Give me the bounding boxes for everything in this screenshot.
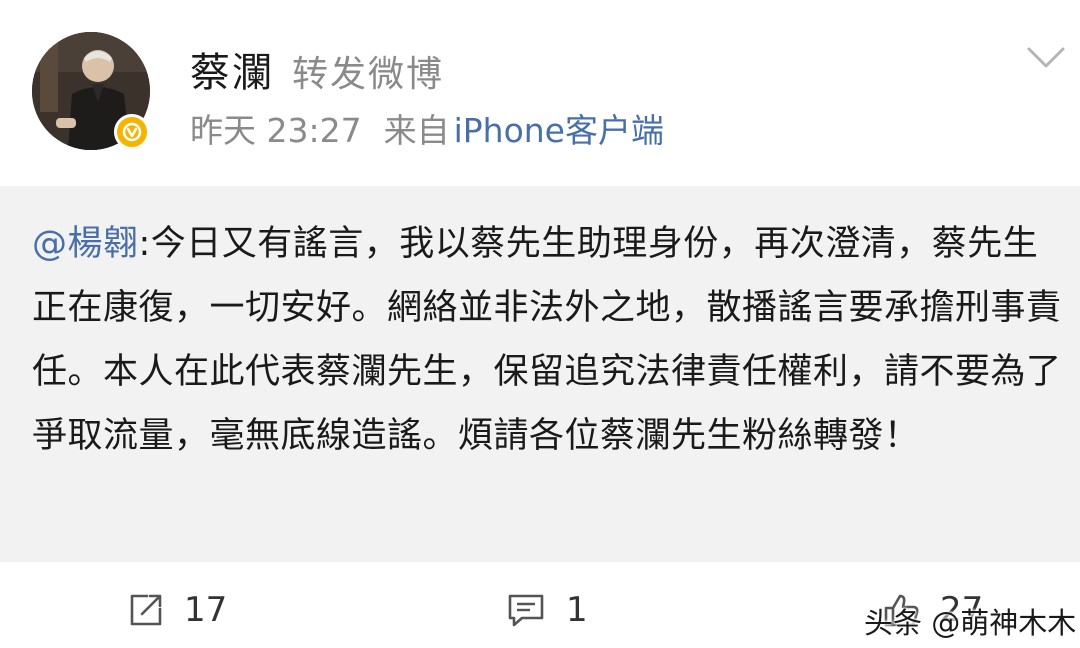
repost-count: 17 [184,590,228,630]
chevron-down-icon[interactable] [1026,46,1066,70]
post-action-label: 转发微博 [292,54,445,95]
source-client-link[interactable]: iPhone客户端 [454,104,664,152]
reposted-text: @楊翱:今日又有謠言，我以蔡先生助理身份，再次澄清，蔡先生正在康復，一切安好。網… [32,212,1062,468]
source-label: 来自 [383,111,450,150]
comment-icon [508,594,544,627]
repost-icon [130,594,162,626]
post-time: 昨天 23:27 [190,111,362,150]
comment-button[interactable]: 1 [506,590,588,630]
repost-button[interactable]: 17 [128,590,227,630]
mention-link[interactable]: @楊翱 [32,224,139,264]
post-header: 蔡瀾 转发微博 昨天 23:27 来自 iPhone客户端 [0,0,1080,186]
author-name[interactable]: 蔡瀾 [190,40,274,98]
watermark: 头条 @萌神木木 [864,606,1077,640]
post-meta: 昨天 23:27 来自 iPhone客户端 [190,104,664,152]
author-line: 蔡瀾 转发微博 [190,40,444,98]
reposted-content[interactable]: @楊翱:今日又有謠言，我以蔡先生助理身份，再次澄清，蔡先生正在康復，一切安好。網… [0,186,1080,562]
verified-badge-icon [114,114,150,150]
comment-count: 1 [566,590,588,630]
reposted-body: :今日又有謠言，我以蔡先生助理身份，再次澄清，蔡先生正在康復，一切安好。網絡並非… [32,224,1062,456]
